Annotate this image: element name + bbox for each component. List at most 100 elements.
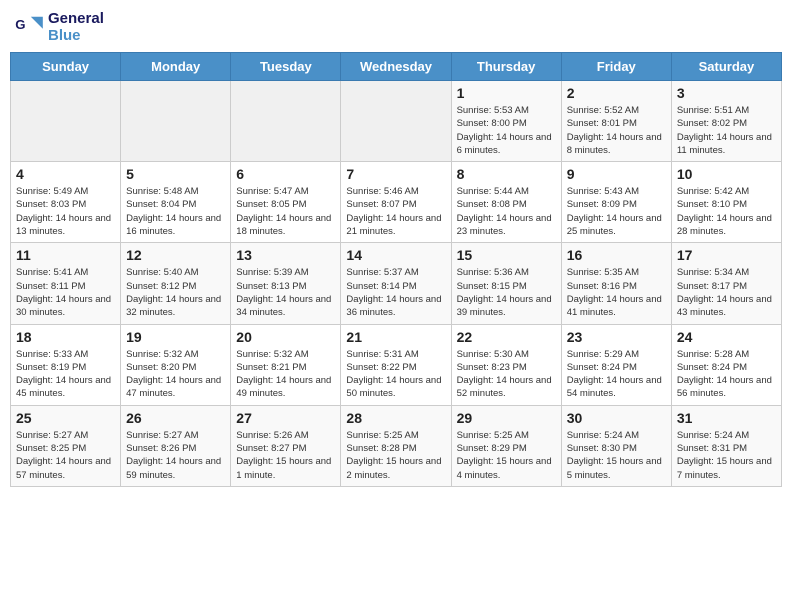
calendar-table: SundayMondayTuesdayWednesdayThursdayFrid… xyxy=(10,52,782,487)
logo-icon: G xyxy=(14,12,44,42)
day-number: 10 xyxy=(677,166,776,182)
day-number: 22 xyxy=(457,329,556,345)
calendar-cell: 4Sunrise: 5:49 AM Sunset: 8:03 PM Daylig… xyxy=(11,162,121,243)
day-info: Sunrise: 5:30 AM Sunset: 8:23 PM Dayligh… xyxy=(457,348,556,401)
calendar-cell: 23 Sunrise: 5:29 AM Sunset: 8:24 PM Dayli… xyxy=(561,324,671,405)
day-info: Sunrise: 5:33 AM Sunset: 8:19 PM Dayligh… xyxy=(16,348,115,401)
day-info: Sunrise: 5:34 AM Sunset: 8:17 PM Dayligh… xyxy=(677,266,776,319)
day-number: 11 xyxy=(16,247,115,263)
day-number: 15 xyxy=(457,247,556,263)
day-number: 18 xyxy=(16,329,115,345)
day-info: Sunrise: 5:43 AM Sunset: 8:09 PM Dayligh… xyxy=(567,185,666,238)
calendar-cell: 2 Sunrise: 5:52 AM Sunset: 8:01 PM Daylig… xyxy=(561,81,671,162)
day-info: Sunrise: 5:28 AM Sunset: 8:24 PM Dayligh… xyxy=(677,348,776,401)
day-number: 3 xyxy=(677,85,776,101)
day-info: Sunrise: 5:31 AM Sunset: 8:22 PM Dayligh… xyxy=(346,348,445,401)
day-number: 1 xyxy=(457,85,556,101)
calendar-week-row: 1Sunrise: 5:53 AM Sunset: 8:00 PM Daylig… xyxy=(11,81,782,162)
calendar-cell: 21Sunrise: 5:31 AM Sunset: 8:22 PM Dayli… xyxy=(341,324,451,405)
day-info: Sunrise: 5:42 AM Sunset: 8:10 PM Dayligh… xyxy=(677,185,776,238)
calendar-cell: 28 Sunrise: 5:25 AM Sunset: 8:28 PM Dayli… xyxy=(341,405,451,486)
day-of-week-header: Monday xyxy=(121,53,231,81)
day-number: 28 xyxy=(346,410,445,426)
calendar-cell: 16Sunrise: 5:35 AM Sunset: 8:16 PM Dayli… xyxy=(561,243,671,324)
logo-text-line2: Blue xyxy=(48,27,104,44)
calendar-cell xyxy=(341,81,451,162)
day-number: 29 xyxy=(457,410,556,426)
day-info: Sunrise: 5:48 AM Sunset: 8:04 PM Dayligh… xyxy=(126,185,225,238)
day-info: Sunrise: 5:51 AM Sunset: 8:02 PM Dayligh… xyxy=(677,104,776,157)
day-info: Sunrise: 5:27 AM Sunset: 8:25 PM Dayligh… xyxy=(16,429,115,482)
calendar-cell: 5 Sunrise: 5:48 AM Sunset: 8:04 PM Daylig… xyxy=(121,162,231,243)
day-number: 19 xyxy=(126,329,225,345)
calendar-week-row: 18 Sunrise: 5:33 AM Sunset: 8:19 PM Dayli… xyxy=(11,324,782,405)
calendar-cell: 19 Sunrise: 5:32 AM Sunset: 8:20 PM Dayli… xyxy=(121,324,231,405)
day-number: 5 xyxy=(126,166,225,182)
calendar-week-row: 4Sunrise: 5:49 AM Sunset: 8:03 PM Daylig… xyxy=(11,162,782,243)
day-of-week-header: Wednesday xyxy=(341,53,451,81)
day-info: Sunrise: 5:44 AM Sunset: 8:08 PM Dayligh… xyxy=(457,185,556,238)
day-info: Sunrise: 5:52 AM Sunset: 8:01 PM Dayligh… xyxy=(567,104,666,157)
logo-text-line1: General xyxy=(48,10,104,27)
day-number: 14 xyxy=(346,247,445,263)
calendar-cell: 24Sunrise: 5:28 AM Sunset: 8:24 PM Dayli… xyxy=(671,324,781,405)
calendar-cell: 29 Sunrise: 5:25 AM Sunset: 8:29 PM Dayli… xyxy=(451,405,561,486)
day-info: Sunrise: 5:47 AM Sunset: 8:05 PM Dayligh… xyxy=(236,185,335,238)
day-number: 12 xyxy=(126,247,225,263)
day-info: Sunrise: 5:32 AM Sunset: 8:21 PM Dayligh… xyxy=(236,348,335,401)
day-info: Sunrise: 5:25 AM Sunset: 8:28 PM Dayligh… xyxy=(346,429,445,482)
day-number: 26 xyxy=(126,410,225,426)
page-header: G General Blue xyxy=(10,10,782,44)
calendar-cell: 3 Sunrise: 5:51 AM Sunset: 8:02 PM Daylig… xyxy=(671,81,781,162)
calendar-cell: 14Sunrise: 5:37 AM Sunset: 8:14 PM Dayli… xyxy=(341,243,451,324)
calendar-cell: 15 Sunrise: 5:36 AM Sunset: 8:15 PM Dayli… xyxy=(451,243,561,324)
calendar-cell: 8Sunrise: 5:44 AM Sunset: 8:08 PM Daylig… xyxy=(451,162,561,243)
calendar-cell xyxy=(121,81,231,162)
day-info: Sunrise: 5:35 AM Sunset: 8:16 PM Dayligh… xyxy=(567,266,666,319)
calendar-cell: 6 Sunrise: 5:47 AM Sunset: 8:05 PM Daylig… xyxy=(231,162,341,243)
day-info: Sunrise: 5:49 AM Sunset: 8:03 PM Dayligh… xyxy=(16,185,115,238)
calendar-cell: 7 Sunrise: 5:46 AM Sunset: 8:07 PM Daylig… xyxy=(341,162,451,243)
calendar-cell: 25Sunrise: 5:27 AM Sunset: 8:25 PM Dayli… xyxy=(11,405,121,486)
calendar-cell: 1Sunrise: 5:53 AM Sunset: 8:00 PM Daylig… xyxy=(451,81,561,162)
day-of-week-header: Saturday xyxy=(671,53,781,81)
calendar-cell: 18 Sunrise: 5:33 AM Sunset: 8:19 PM Dayli… xyxy=(11,324,121,405)
calendar-week-row: 25Sunrise: 5:27 AM Sunset: 8:25 PM Dayli… xyxy=(11,405,782,486)
day-number: 30 xyxy=(567,410,666,426)
day-number: 7 xyxy=(346,166,445,182)
calendar-cell xyxy=(231,81,341,162)
day-number: 2 xyxy=(567,85,666,101)
day-info: Sunrise: 5:24 AM Sunset: 8:30 PM Dayligh… xyxy=(567,429,666,482)
svg-text:G: G xyxy=(15,17,25,32)
calendar-cell: 27 Sunrise: 5:26 AM Sunset: 8:27 PM Dayli… xyxy=(231,405,341,486)
day-info: Sunrise: 5:46 AM Sunset: 8:07 PM Dayligh… xyxy=(346,185,445,238)
calendar-cell: 31Sunrise: 5:24 AM Sunset: 8:31 PM Dayli… xyxy=(671,405,781,486)
day-of-week-header: Sunday xyxy=(11,53,121,81)
day-info: Sunrise: 5:29 AM Sunset: 8:24 PM Dayligh… xyxy=(567,348,666,401)
calendar-cell: 12 Sunrise: 5:40 AM Sunset: 8:12 PM Dayli… xyxy=(121,243,231,324)
calendar-cell: 9 Sunrise: 5:43 AM Sunset: 8:09 PM Daylig… xyxy=(561,162,671,243)
calendar-cell: 13Sunrise: 5:39 AM Sunset: 8:13 PM Dayli… xyxy=(231,243,341,324)
day-of-week-header: Tuesday xyxy=(231,53,341,81)
day-info: Sunrise: 5:36 AM Sunset: 8:15 PM Dayligh… xyxy=(457,266,556,319)
day-number: 23 xyxy=(567,329,666,345)
day-info: Sunrise: 5:25 AM Sunset: 8:29 PM Dayligh… xyxy=(457,429,556,482)
calendar-cell: 30 Sunrise: 5:24 AM Sunset: 8:30 PM Dayli… xyxy=(561,405,671,486)
calendar-header: SundayMondayTuesdayWednesdayThursdayFrid… xyxy=(11,53,782,81)
calendar-cell: 10 Sunrise: 5:42 AM Sunset: 8:10 PM Dayli… xyxy=(671,162,781,243)
calendar-cell: 26Sunrise: 5:27 AM Sunset: 8:26 PM Dayli… xyxy=(121,405,231,486)
day-info: Sunrise: 5:41 AM Sunset: 8:11 PM Dayligh… xyxy=(16,266,115,319)
day-number: 20 xyxy=(236,329,335,345)
day-number: 27 xyxy=(236,410,335,426)
day-info: Sunrise: 5:32 AM Sunset: 8:20 PM Dayligh… xyxy=(126,348,225,401)
header-row: SundayMondayTuesdayWednesdayThursdayFrid… xyxy=(11,53,782,81)
day-number: 13 xyxy=(236,247,335,263)
calendar-cell xyxy=(11,81,121,162)
day-info: Sunrise: 5:26 AM Sunset: 8:27 PM Dayligh… xyxy=(236,429,335,482)
day-number: 6 xyxy=(236,166,335,182)
calendar-cell: 11 Sunrise: 5:41 AM Sunset: 8:11 PM Dayli… xyxy=(11,243,121,324)
day-of-week-header: Friday xyxy=(561,53,671,81)
day-info: Sunrise: 5:40 AM Sunset: 8:12 PM Dayligh… xyxy=(126,266,225,319)
day-number: 9 xyxy=(567,166,666,182)
logo: G General Blue xyxy=(14,10,104,44)
